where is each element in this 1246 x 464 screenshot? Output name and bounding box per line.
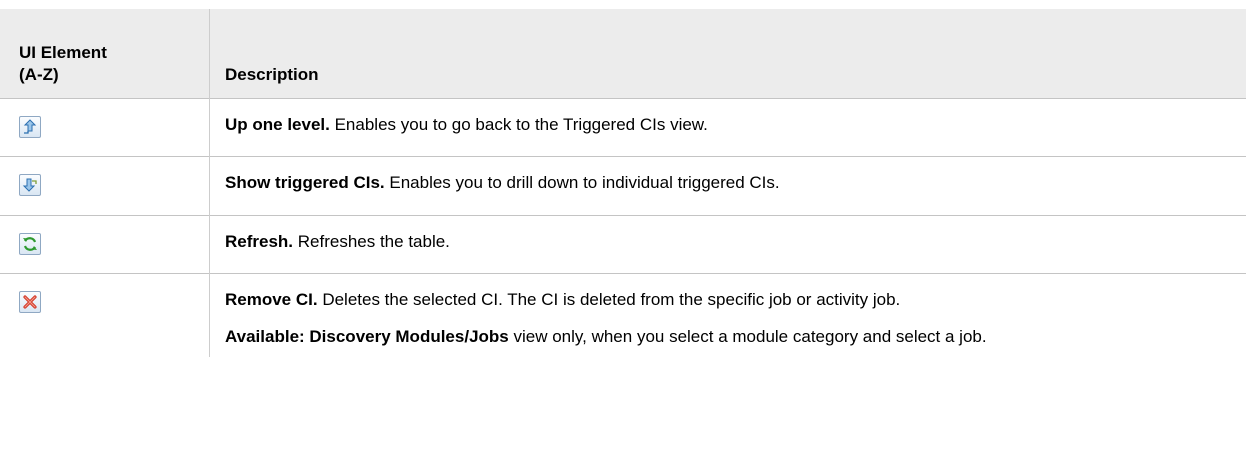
table-row: Remove CI. Deletes the selected CI. The …: [0, 273, 1246, 357]
header-ui-element-line2: (A-Z): [19, 65, 59, 84]
row-title: Remove CI.: [225, 290, 318, 309]
row-title: Show triggered CIs.: [225, 173, 385, 192]
header-description: Description: [209, 9, 1246, 99]
row-text: Deletes the selected CI. The CI is delet…: [317, 290, 901, 309]
icon-cell: [0, 273, 210, 357]
row-text: Enables you to go back to the Triggered …: [329, 115, 708, 134]
availability-note-title: Available: Discovery Modules/Jobs: [225, 327, 509, 346]
description-cell: Refresh. Refreshes the table.: [209, 215, 1246, 274]
description-cell: Remove CI. Deletes the selected CI. The …: [209, 273, 1246, 357]
remove-ci-icon: [19, 291, 41, 313]
header-ui-element: UI Element (A-Z): [0, 9, 210, 99]
icon-cell: [0, 215, 210, 274]
show-triggered-cis-icon: [19, 174, 41, 196]
table-row: Up one level. Enables you to go back to …: [0, 98, 1246, 157]
ui-elements-table: UI Element (A-Z) Description Up one level…: [0, 9, 1246, 357]
description-cell: Show triggered CIs. Enables you to drill…: [209, 156, 1246, 216]
row-text: Refreshes the table.: [293, 232, 450, 251]
description-cell: Up one level. Enables you to go back to …: [209, 98, 1246, 157]
icon-cell: [0, 156, 210, 216]
icon-cell: [0, 98, 210, 157]
availability-note-text: view only, when you select a module cate…: [508, 327, 987, 346]
row-title: Up one level.: [225, 115, 330, 134]
row-title: Refresh.: [225, 232, 294, 251]
row-text: Enables you to drill down to individual …: [384, 173, 780, 192]
refresh-icon: [19, 233, 41, 255]
table-row: Show triggered CIs. Enables you to drill…: [0, 156, 1246, 216]
table-header-row: UI Element (A-Z) Description: [0, 9, 1246, 99]
header-ui-element-line1: UI Element: [19, 43, 107, 62]
table-row: Refresh. Refreshes the table.: [0, 215, 1246, 274]
up-one-level-icon: [19, 116, 41, 138]
